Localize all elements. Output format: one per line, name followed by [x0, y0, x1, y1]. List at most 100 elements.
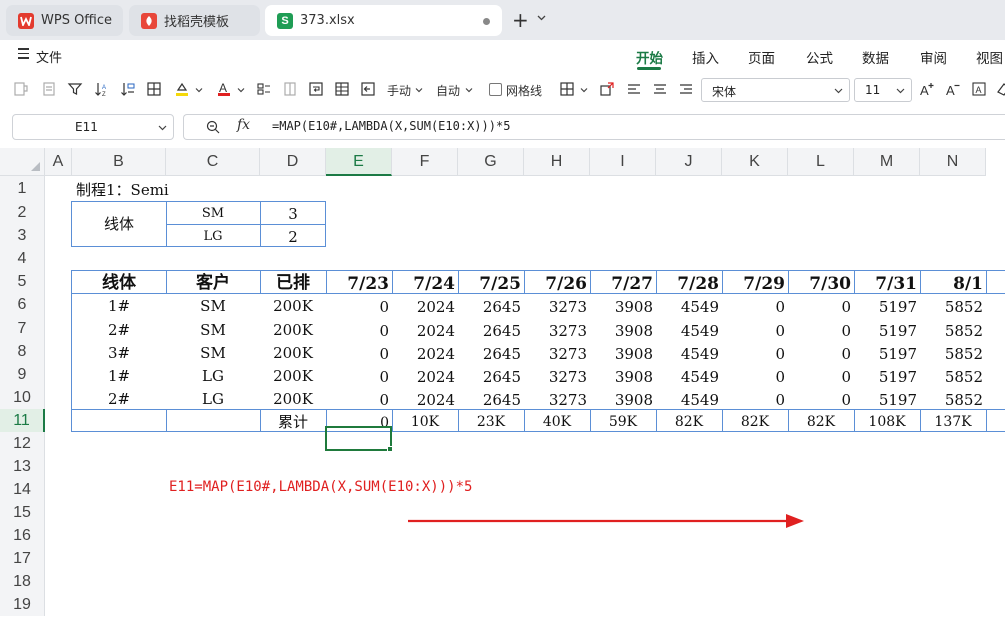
formula-input-area[interactable]: fx =MAP(E10#,LAMBDA(X,SUM(E10:X)))*5	[183, 114, 1005, 140]
table-cell[interactable]: 1#	[72, 293, 166, 317]
calc-manual-label[interactable]: 手动	[387, 82, 411, 99]
table-header-cell[interactable]: 7/23	[326, 270, 392, 294]
total-cell[interactable]: 59K	[590, 409, 656, 432]
table-cell[interactable]: 3273	[524, 386, 590, 409]
table-cell[interactable]: 5852	[920, 340, 986, 363]
table-cell[interactable]: 0	[788, 386, 854, 409]
row-header-6[interactable]: 6	[0, 293, 45, 317]
table-cell[interactable]: 0	[326, 386, 392, 409]
table-cell[interactable]: 5852	[920, 317, 986, 340]
table-header-cell[interactable]: 7/24	[392, 270, 458, 294]
indent-icon[interactable]	[359, 80, 377, 98]
table-cell[interactable]: 3273	[524, 340, 590, 363]
font-family-select[interactable]: 宋体	[701, 78, 850, 102]
total-cell[interactable]: 10K	[392, 409, 458, 432]
row-header-12[interactable]: 12	[0, 432, 45, 455]
table-header-cell[interactable]: 7/30	[788, 270, 854, 294]
table-cell[interactable]: 2645	[458, 386, 524, 409]
fx-icon[interactable]: fx	[237, 117, 250, 133]
align-right-icon[interactable]	[677, 80, 695, 98]
chevron-down-icon[interactable]	[580, 86, 588, 94]
table-header-cell[interactable]: 线体	[72, 270, 166, 293]
active-cell-selection[interactable]	[325, 426, 392, 451]
table-cell[interactable]: 2024	[392, 340, 458, 363]
table-cell[interactable]: 0	[326, 293, 392, 317]
table-cell[interactable]: 2024	[392, 386, 458, 409]
row-header-11[interactable]: 11	[0, 409, 45, 432]
table-format-icon[interactable]	[333, 80, 351, 98]
spreadsheet-grid[interactable]: A B C D E F G H I J K L M N 1 2 3 4 5 6 7 8 9 10 11 12 13 14 15 16 17 1…	[0, 148, 1005, 637]
column-header-a[interactable]: A	[45, 148, 72, 176]
column-header-g[interactable]: G	[458, 148, 524, 176]
table-header-cell[interactable]: 7/27	[590, 270, 656, 294]
hamburger-menu-icon[interactable]	[18, 48, 29, 62]
table-cell[interactable]: 2024	[392, 363, 458, 386]
chevron-down-icon[interactable]	[237, 86, 245, 94]
name-box[interactable]: E11	[12, 114, 174, 140]
formula-input[interactable]: =MAP(E10#,LAMBDA(X,SUM(E10:X)))*5	[272, 119, 510, 133]
column-header-c[interactable]: C	[166, 148, 260, 176]
table-cell[interactable]: 200K	[260, 340, 326, 363]
total-cell[interactable]: 40K	[524, 409, 590, 432]
unsaved-dot-icon[interactable]	[483, 18, 490, 25]
border-style-icon[interactable]	[558, 80, 576, 98]
total-cell[interactable]: 137K	[920, 409, 986, 432]
ribbon-tab-formulas[interactable]: 公式	[806, 47, 833, 67]
row-header-19[interactable]: 19	[0, 593, 45, 616]
table-cell[interactable]: 0	[326, 363, 392, 386]
column-header-e[interactable]: E	[326, 148, 392, 176]
row-header-3[interactable]: 3	[0, 224, 45, 247]
row-header-10[interactable]: 10	[0, 386, 45, 409]
freeze-panes-icon[interactable]	[281, 80, 299, 98]
column-header-i[interactable]: I	[590, 148, 656, 176]
table-cell[interactable]: 2024	[392, 317, 458, 340]
table-cell[interactable]: LG	[166, 363, 260, 386]
ribbon-tab-data[interactable]: 数据	[862, 47, 889, 67]
total-label-cell[interactable]: 累计	[260, 409, 326, 432]
clear-format-icon[interactable]	[40, 80, 58, 98]
borders-icon[interactable]	[145, 80, 163, 98]
file-menu[interactable]: 文件	[36, 47, 62, 66]
chevron-down-icon[interactable]	[415, 86, 423, 94]
wrap-text-icon[interactable]	[307, 80, 325, 98]
process-label[interactable]: 制程1：Semi	[76, 179, 169, 200]
table-cell[interactable]: 0	[788, 363, 854, 386]
table-header-cell[interactable]: 客户	[166, 270, 260, 293]
chevron-down-icon[interactable]	[195, 86, 203, 94]
column-header-d[interactable]: D	[260, 148, 326, 176]
table-cell[interactable]: 0	[722, 363, 788, 386]
table-cell[interactable]: 200K	[260, 363, 326, 386]
column-header-j[interactable]: J	[656, 148, 722, 176]
chevron-down-icon[interactable]	[465, 86, 473, 94]
table-cell[interactable]: 5852	[920, 293, 986, 317]
table-cell[interactable]: 5852	[920, 386, 986, 409]
table-cell[interactable]: 4549	[656, 293, 722, 317]
merge-cells-icon[interactable]	[598, 80, 616, 98]
table-cell[interactable]: 2645	[458, 293, 524, 317]
small-table-customer[interactable]: SM	[166, 201, 260, 224]
new-tab-plus-icon[interactable]: +	[512, 9, 529, 31]
table-cell[interactable]: 3273	[524, 293, 590, 317]
column-header-h[interactable]: H	[524, 148, 590, 176]
sort-descending-icon[interactable]	[119, 80, 137, 98]
zoom-search-icon[interactable]	[205, 119, 221, 135]
column-header-k[interactable]: K	[722, 148, 788, 176]
table-cell[interactable]: LG	[166, 386, 260, 409]
table-cell[interactable]: 0	[326, 340, 392, 363]
small-table-line-label[interactable]: 线体	[72, 201, 166, 247]
decrease-font-size-icon[interactable]: A	[944, 80, 962, 98]
table-cell[interactable]: 3908	[590, 293, 656, 317]
filter-icon[interactable]	[66, 80, 84, 98]
table-header-cell[interactable]: 7/28	[656, 270, 722, 294]
tab-wps-office[interactable]: WPS Office	[6, 5, 123, 36]
tab-docer-templates[interactable]: 找稻壳模板	[129, 5, 260, 36]
table-cell[interactable]: 5197	[854, 363, 920, 386]
clear-icon[interactable]	[994, 80, 1005, 98]
table-cell[interactable]: 4549	[656, 340, 722, 363]
table-cell[interactable]: 0	[788, 340, 854, 363]
table-cell[interactable]: 5197	[854, 386, 920, 409]
table-cell[interactable]: SM	[166, 293, 260, 317]
table-cell[interactable]: 0	[326, 317, 392, 340]
table-cell[interactable]: 5197	[854, 340, 920, 363]
table-cell[interactable]: SM	[166, 317, 260, 340]
